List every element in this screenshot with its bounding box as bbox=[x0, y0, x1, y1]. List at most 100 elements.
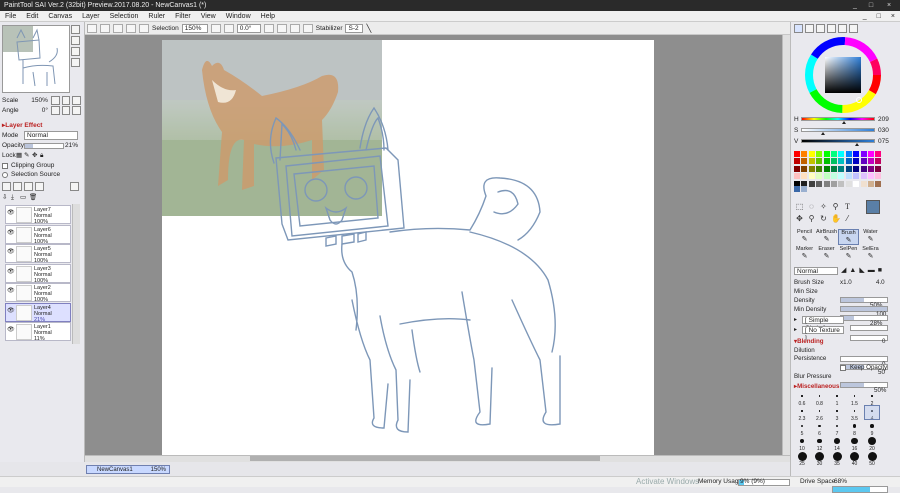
v-slider-marker[interactable] bbox=[854, 143, 859, 146]
palette-swatch[interactable] bbox=[860, 165, 867, 172]
hand-icon[interactable]: ✋ bbox=[831, 214, 841, 223]
undo-button[interactable] bbox=[87, 23, 97, 33]
scale-plus-button[interactable] bbox=[61, 96, 71, 105]
opacity-slider[interactable] bbox=[24, 142, 64, 149]
move-icon[interactable]: ✥ bbox=[795, 214, 804, 223]
palette-swatch[interactable] bbox=[801, 173, 808, 180]
h-value[interactable]: 209 bbox=[878, 116, 889, 123]
v-value[interactable]: 075 bbox=[878, 138, 889, 145]
brush-size-dot[interactable] bbox=[850, 451, 859, 461]
text-icon[interactable]: T bbox=[843, 202, 852, 211]
menu-selection[interactable]: Selection bbox=[105, 13, 144, 20]
palette-swatch[interactable] bbox=[860, 173, 867, 180]
close-button[interactable]: × bbox=[882, 1, 896, 10]
brush-size-dot[interactable] bbox=[852, 424, 857, 428]
show-selection-toggle[interactable] bbox=[139, 23, 149, 33]
palette-swatch[interactable] bbox=[845, 151, 852, 157]
doc-close-button[interactable]: × bbox=[886, 13, 900, 20]
eye-icon[interactable]: 👁︎ bbox=[7, 269, 15, 275]
layer-list-scrollbar[interactable] bbox=[72, 204, 80, 344]
tool-selpen[interactable]: SelPen ✎ bbox=[838, 246, 859, 262]
rotate-reset-button[interactable] bbox=[289, 23, 300, 33]
shape-hard-icon[interactable]: ◣ bbox=[859, 267, 864, 275]
layer-row[interactable]: 👁︎ Layer6 Normal 100% bbox=[5, 224, 71, 245]
brush-size-dot[interactable] bbox=[853, 410, 856, 412]
brush-size-dot[interactable] bbox=[797, 451, 807, 461]
palette-swatch[interactable] bbox=[853, 180, 860, 187]
redo-button[interactable] bbox=[100, 23, 110, 33]
palette-swatch[interactable] bbox=[808, 180, 815, 187]
scale-value[interactable]: 150% bbox=[23, 96, 50, 105]
zoom-field[interactable]: 150% bbox=[181, 23, 208, 33]
h-slider-marker[interactable] bbox=[841, 121, 846, 124]
palette-swatch[interactable] bbox=[794, 158, 800, 165]
palette-swatch[interactable] bbox=[831, 165, 837, 172]
zoom-in-button[interactable] bbox=[223, 23, 234, 33]
brush-size-dot[interactable] bbox=[801, 395, 803, 397]
palette-swatch[interactable] bbox=[868, 165, 874, 172]
nav-flip-button[interactable] bbox=[71, 58, 80, 67]
layer-menu-button[interactable] bbox=[70, 182, 79, 191]
menu-file[interactable]: File bbox=[0, 13, 21, 20]
eyedropper-icon[interactable]: ⚲ bbox=[831, 202, 840, 211]
palette-swatch[interactable] bbox=[816, 151, 823, 157]
brush-size-value[interactable]: 4.0 bbox=[876, 279, 885, 287]
eye-icon[interactable]: 👁︎ bbox=[7, 308, 15, 314]
palette-swatch[interactable] bbox=[808, 173, 815, 180]
rect-select-icon[interactable]: ⬚ bbox=[795, 202, 804, 211]
menu-help[interactable]: Help bbox=[256, 13, 280, 20]
palette-swatch[interactable] bbox=[816, 165, 823, 172]
palette-swatch[interactable] bbox=[875, 180, 882, 187]
doc-restore-button[interactable]: □ bbox=[872, 13, 886, 20]
tool-airbrush[interactable]: AirBrush ✎ bbox=[816, 229, 837, 245]
tool-pencil[interactable]: Pencil ✎ bbox=[794, 229, 815, 245]
blending-section[interactable]: ▾Blending 0 bbox=[794, 338, 890, 346]
palette-swatch[interactable] bbox=[816, 173, 823, 180]
zoom-icon[interactable]: ⚲ bbox=[807, 214, 816, 223]
new-linework-button[interactable] bbox=[13, 182, 22, 191]
clipping-group-row[interactable]: Clipping Group bbox=[2, 161, 54, 170]
shape-medium-icon[interactable]: ▲ bbox=[849, 267, 856, 275]
tool-marker[interactable]: Marker ✎ bbox=[794, 246, 815, 262]
hsv-slider-tab[interactable] bbox=[816, 24, 825, 33]
layer-row[interactable]: 👁︎ Layer2 Normal 100% bbox=[5, 283, 71, 303]
brush-size-dot[interactable] bbox=[832, 451, 842, 461]
palette-swatch[interactable] bbox=[868, 158, 874, 165]
mixer-tab[interactable] bbox=[849, 24, 858, 33]
clipping-group-checkbox[interactable] bbox=[2, 162, 8, 169]
rotate-left-button[interactable] bbox=[263, 23, 274, 33]
clear-layer-icon[interactable]: ▭ bbox=[20, 193, 29, 202]
menu-layer[interactable]: Layer bbox=[77, 13, 105, 20]
angle-plus-button[interactable] bbox=[61, 106, 71, 115]
brush-shape-select[interactable]: [ Simple Circle ] bbox=[802, 316, 844, 332]
magic-wand-icon[interactable]: ✧ bbox=[819, 202, 828, 211]
navigator-preview[interactable] bbox=[2, 25, 70, 93]
deselect-button[interactable] bbox=[113, 23, 123, 33]
brush-size-dot[interactable] bbox=[801, 425, 803, 427]
line-tool-icon[interactable]: ╲ bbox=[366, 24, 371, 33]
new-mask-button[interactable] bbox=[35, 182, 44, 191]
palette-swatch[interactable] bbox=[801, 165, 808, 172]
palette-swatch[interactable] bbox=[838, 151, 845, 157]
s-slider[interactable] bbox=[801, 128, 875, 132]
recent-color-2[interactable] bbox=[801, 186, 807, 192]
lock-move-icon[interactable]: ✥ bbox=[32, 151, 40, 160]
delete-layer-icon[interactable]: 🗑︎ bbox=[29, 193, 38, 202]
palette-swatch[interactable] bbox=[853, 151, 860, 157]
palette-swatch[interactable] bbox=[875, 158, 882, 165]
brush-size-multiplier[interactable]: x1.0 bbox=[840, 279, 852, 287]
palette-swatch[interactable] bbox=[838, 165, 845, 172]
palette-swatch[interactable] bbox=[823, 151, 830, 157]
lock-all-icon[interactable]: 🔒︎ bbox=[40, 151, 48, 160]
dropper-icon[interactable]: ⁄ bbox=[843, 214, 852, 223]
palette-swatch[interactable] bbox=[853, 165, 860, 172]
brush-size-dot[interactable] bbox=[834, 438, 840, 444]
brush-size-dot[interactable] bbox=[818, 424, 821, 428]
palette-swatch[interactable] bbox=[823, 165, 830, 172]
merge-down-icon[interactable]: ⤓ bbox=[11, 193, 20, 202]
scale-reset-button[interactable] bbox=[72, 96, 82, 105]
scratchpad-tab[interactable] bbox=[838, 24, 847, 33]
color-wheel[interactable] bbox=[804, 36, 882, 114]
palette-swatch[interactable] bbox=[875, 165, 882, 172]
layer-effect-header[interactable]: ▸ Layer Effect bbox=[2, 121, 42, 130]
